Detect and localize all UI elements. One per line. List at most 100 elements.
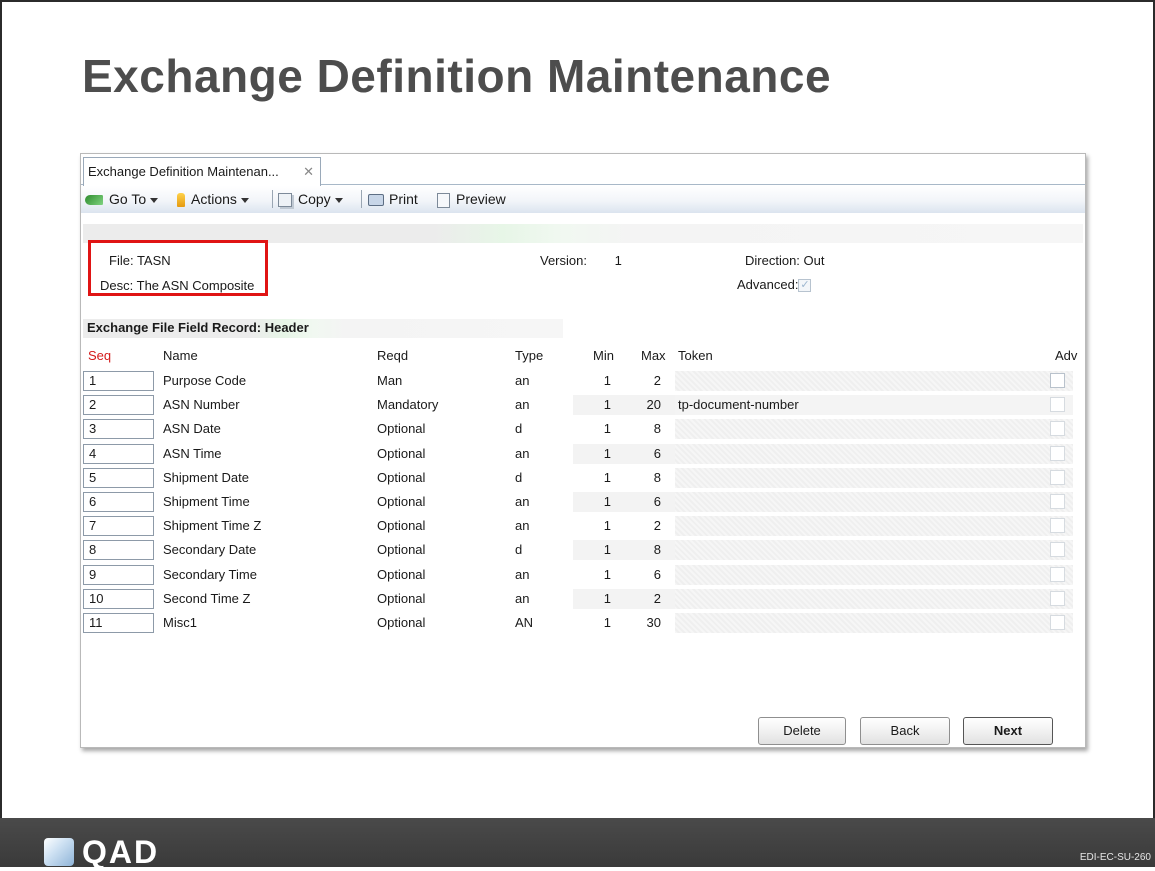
seq-input[interactable]: 10 xyxy=(83,588,154,609)
field-max: 6 xyxy=(653,566,661,582)
token-shade xyxy=(675,516,1073,537)
field-max: 8 xyxy=(653,421,661,437)
field-min: 1 xyxy=(603,397,611,413)
seq-input[interactable]: 7 xyxy=(83,516,154,537)
advanced-checkbox[interactable]: ✓ xyxy=(798,279,812,293)
field-type: AN xyxy=(515,615,534,630)
field-type: an xyxy=(515,590,530,606)
adv-checkbox[interactable] xyxy=(1050,615,1065,630)
tab-exchange-definition[interactable]: Exchange Definition Maintenan... ✕ xyxy=(83,157,321,186)
lightbulb-icon xyxy=(177,193,185,208)
col-header-name: Name xyxy=(163,348,198,363)
token-shade xyxy=(675,467,1073,488)
adv-checkbox[interactable] xyxy=(1050,542,1065,558)
copy-icon xyxy=(278,193,292,208)
col-header-min: Min xyxy=(593,348,614,363)
print-label: Print xyxy=(389,191,418,207)
seq-input[interactable]: 1 xyxy=(83,371,154,391)
field-max: 6 xyxy=(653,445,661,461)
next-button[interactable]: Next xyxy=(963,717,1053,745)
adv-checkbox[interactable] xyxy=(1050,566,1065,582)
token-shade xyxy=(675,371,1073,391)
goto-label: Go To xyxy=(109,191,147,207)
chevron-down-icon xyxy=(150,197,159,203)
field-reqd: Optional xyxy=(377,615,426,630)
table-row: 1 Purpose Code Man an 1 2 xyxy=(81,369,1085,393)
close-icon[interactable]: ✕ xyxy=(303,158,314,185)
preview-button[interactable]: Preview xyxy=(437,191,506,208)
chevron-down-icon xyxy=(240,197,249,203)
field-max: 8 xyxy=(653,469,661,485)
field-min: 1 xyxy=(603,518,611,534)
seq-input[interactable]: 6 xyxy=(83,492,154,512)
adv-checkbox[interactable] xyxy=(1050,469,1065,485)
field-type: d xyxy=(515,542,523,558)
copy-menu[interactable]: Copy xyxy=(278,191,343,208)
field-name: Secondary Date xyxy=(163,542,257,558)
field-type: an xyxy=(515,397,530,413)
goto-menu[interactable]: Go To xyxy=(85,191,159,207)
slide-footer: QAD EDI-EC-SU-260 xyxy=(0,818,1155,870)
toolbar: Go To Actions Copy Print Preview xyxy=(81,186,1085,213)
token-shade xyxy=(675,419,1073,440)
field-name: Misc1 xyxy=(163,615,197,630)
adv-checkbox[interactable] xyxy=(1050,421,1065,437)
field-max: 30 xyxy=(646,615,661,630)
field-reqd: Optional xyxy=(377,494,426,509)
seq-input[interactable]: 11 xyxy=(83,613,154,633)
adv-checkbox[interactable] xyxy=(1050,494,1065,509)
adv-checkbox[interactable] xyxy=(1050,518,1065,534)
adv-checkbox[interactable] xyxy=(1050,373,1065,388)
actions-menu[interactable]: Actions xyxy=(177,191,249,208)
field-type: an xyxy=(515,494,530,509)
adv-checkbox[interactable] xyxy=(1050,445,1065,461)
direction-value: Out xyxy=(803,253,825,268)
table-row: 3 ASN Date Optional d 1 8 xyxy=(81,417,1085,441)
table-row: 5 Shipment Date Optional d 1 8 xyxy=(81,466,1085,490)
field-type: d xyxy=(515,469,523,485)
col-header-seq: Seq xyxy=(88,348,112,363)
highlight-box xyxy=(88,240,268,296)
field-min: 1 xyxy=(603,542,611,558)
table-row: 8 Secondary Date Optional d 1 8 xyxy=(81,538,1085,562)
direction-field: Direction: Out xyxy=(745,253,825,268)
seq-input[interactable]: 5 xyxy=(83,467,154,488)
col-header-token: Token xyxy=(678,348,713,363)
field-min: 1 xyxy=(603,590,611,606)
field-min: 1 xyxy=(603,469,611,485)
tab-label: Exchange Definition Maintenan... xyxy=(88,164,279,179)
field-type: an xyxy=(515,373,530,388)
field-name: Secondary Time xyxy=(163,566,257,582)
seq-input[interactable]: 3 xyxy=(83,419,154,440)
seq-input[interactable]: 4 xyxy=(83,443,154,464)
section-title: Exchange File Field Record: Header xyxy=(87,320,309,335)
field-reqd: Optional xyxy=(377,469,426,485)
seq-input[interactable]: 2 xyxy=(83,395,154,416)
token-shade xyxy=(675,492,1073,512)
field-name: ASN Time xyxy=(163,445,222,461)
version-field: Version: 1 xyxy=(540,253,622,268)
delete-button[interactable]: Delete xyxy=(758,717,846,745)
token-shade xyxy=(675,588,1073,609)
seq-input[interactable]: 8 xyxy=(83,540,154,561)
table-row: 6 Shipment Time Optional an 1 6 xyxy=(81,490,1085,514)
adv-checkbox[interactable] xyxy=(1050,397,1065,413)
print-button[interactable]: Print xyxy=(368,191,418,207)
version-value: 1 xyxy=(614,253,622,268)
field-name: Shipment Time xyxy=(163,494,250,509)
table-row: 9 Secondary Time Optional an 1 6 xyxy=(81,563,1085,587)
preview-label: Preview xyxy=(456,191,506,207)
field-token: tp-document-number xyxy=(678,397,799,413)
back-button[interactable]: Back xyxy=(860,717,950,745)
tab-strip: Exchange Definition Maintenan... ✕ xyxy=(81,154,1085,186)
slide-code: EDI-EC-SU-260 xyxy=(1079,852,1151,863)
col-header-reqd: Reqd xyxy=(377,348,409,363)
field-name: Shipment Date xyxy=(163,469,249,485)
toolbar-divider xyxy=(361,190,362,208)
field-name: ASN Number xyxy=(163,397,240,413)
seq-input[interactable]: 9 xyxy=(83,564,154,585)
table-row: 2 ASN Number Mandatory an 1 20 tp-document-num… xyxy=(81,393,1085,417)
adv-checkbox[interactable] xyxy=(1050,590,1065,606)
field-reqd: Man xyxy=(377,373,403,388)
field-name: Purpose Code xyxy=(163,373,247,388)
